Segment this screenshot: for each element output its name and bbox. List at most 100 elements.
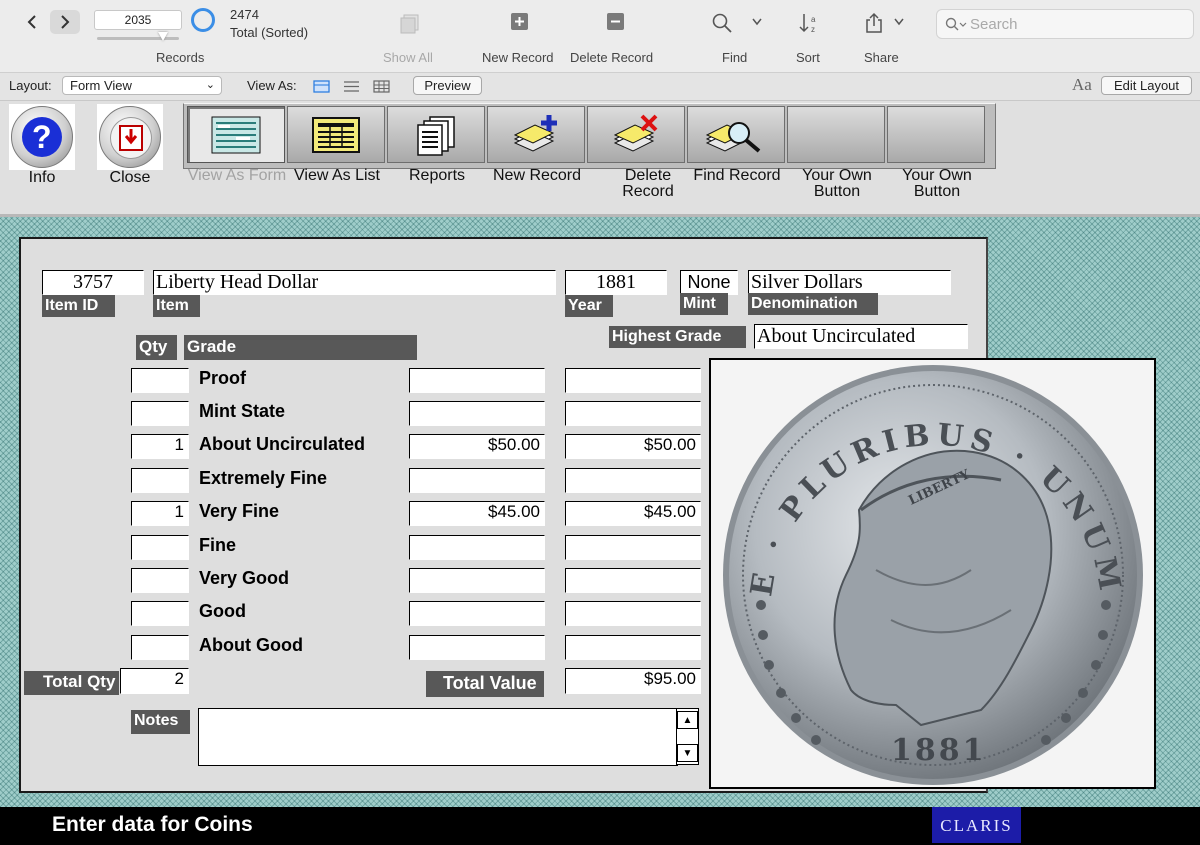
mint-field[interactable]: None [680,270,738,295]
value-very-good-field[interactable] [565,568,701,593]
custom-button-2[interactable] [887,106,985,163]
qty-very-fine-field[interactable]: 1 [131,501,189,526]
grade-fine-label: Fine [199,535,237,555]
value-about-uncirculated-field[interactable]: $50.00 [565,434,701,459]
share-label[interactable]: Share [864,50,899,65]
notes-scrollbar[interactable]: ▲ ▼ [676,708,699,765]
year-label: Year [565,295,613,317]
share-icon[interactable] [865,12,883,34]
scroll-up-arrow-icon[interactable]: ▲ [677,711,698,729]
price-proof-field[interactable] [409,368,545,393]
search-field[interactable]: Search [936,9,1194,39]
new-record-script-button[interactable] [487,106,585,163]
sort-icon[interactable]: a z [799,12,821,34]
scroll-down-arrow-icon[interactable]: ▼ [677,744,698,762]
close-label[interactable]: Close [97,169,163,187]
qty-good-field[interactable] [131,601,189,626]
year-field[interactable]: 1881 [565,270,667,295]
total-qty-field[interactable]: 2 [120,668,189,694]
preview-button[interactable]: Preview [413,76,482,95]
magnifier-icon[interactable] [711,12,733,34]
grade-very-fine-label: Very Fine [199,501,280,521]
qty-about-uncirculated-field[interactable]: 1 [131,434,189,459]
grade-very-good-label: Very Good [199,568,290,588]
add-cards-icon [513,114,557,152]
record-slider[interactable] [97,32,179,41]
custom-button-1-label[interactable]: Your Own Button [787,168,887,216]
price-mint-state-field[interactable] [409,401,545,426]
view-as-list-button[interactable] [287,106,385,163]
font-size-icon[interactable]: Aa [1072,75,1092,95]
qty-proof-field[interactable] [131,368,189,393]
price-extremely-fine-field[interactable] [409,468,545,493]
question-glyph: ? [32,120,52,154]
coin-picture-field[interactable]: E · PLURIBUS · UNUM LIBERTY 1881 [709,358,1156,789]
edit-layout-button[interactable]: Edit Layout [1101,76,1192,95]
qty-fine-field[interactable] [131,535,189,560]
slider-thumb[interactable] [158,32,168,41]
grade-extremely-fine-label: Extremely Fine [199,468,328,488]
view-as-list-icon[interactable] [343,80,360,93]
reports-button[interactable] [387,106,485,163]
price-good-field[interactable] [409,601,545,626]
price-very-fine-field[interactable]: $45.00 [409,501,545,526]
sort-label[interactable]: Sort [796,50,820,65]
view-as-table-icon[interactable] [373,80,390,93]
new-record-label[interactable]: New Record [482,50,554,65]
find-record-script-label[interactable]: Find Record [687,168,787,216]
value-fine-field[interactable] [565,535,701,560]
price-very-good-field[interactable] [409,568,545,593]
price-about-good-field[interactable] [409,635,545,660]
qty-very-good-field[interactable] [131,568,189,593]
chevron-right-icon [61,15,70,29]
layout-select[interactable]: Form View ⌄ [62,76,222,95]
close-button[interactable] [97,104,163,170]
total-qty-label: Total Qty [24,671,119,695]
qty-mint-state-field[interactable] [131,401,189,426]
value-very-fine-field[interactable]: $45.00 [565,501,701,526]
custom-button-1[interactable] [787,106,885,163]
notes-field[interactable] [198,708,678,766]
denomination-field[interactable]: Silver Dollars [748,270,951,295]
info-button[interactable]: ? [9,104,75,170]
delete-record-icon[interactable] [606,12,626,32]
show-all-icon[interactable] [399,12,421,34]
grade-good-label: Good [199,601,246,621]
value-about-good-field[interactable] [565,635,701,660]
delete-record-script-button[interactable] [587,106,685,163]
price-fine-field[interactable] [409,535,545,560]
item-id-field[interactable]: 3757 [42,270,144,295]
new-record-script-label[interactable]: New Record [487,168,587,216]
value-good-field[interactable] [565,601,701,626]
find-record-script-button[interactable] [687,106,785,163]
show-all-label[interactable]: Show All [383,50,433,65]
view-as-list-label[interactable]: View As List [287,168,387,216]
reports-icon [417,115,455,156]
custom-button-2-label[interactable]: Your Own Button [887,168,987,216]
new-record-icon[interactable] [510,12,530,32]
next-record-button[interactable] [50,10,80,34]
svg-text:a: a [811,15,816,24]
delete-record-label[interactable]: Delete Record [570,50,653,65]
close-door-icon [110,117,152,159]
info-label[interactable]: Info [9,169,75,187]
total-value-field[interactable]: $95.00 [565,668,701,694]
delete-record-script-label[interactable]: Delete Record [598,168,698,216]
reports-label[interactable]: Reports [387,168,487,216]
highest-grade-field[interactable]: About Uncirculated [754,324,968,349]
qty-about-good-field[interactable] [131,635,189,660]
current-record-field[interactable]: 2035 [94,10,182,30]
find-label[interactable]: Find [722,50,747,65]
view-as-form-button[interactable] [187,106,285,163]
item-field[interactable]: Liberty Head Dollar [153,270,556,295]
view-as-form-label[interactable]: View As Form [187,168,287,216]
value-extremely-fine-field[interactable] [565,468,701,493]
value-mint-state-field[interactable] [565,401,701,426]
find-menu-chevron-icon[interactable] [752,18,762,26]
value-proof-field[interactable] [565,368,701,393]
qty-extremely-fine-field[interactable] [131,468,189,493]
previous-record-button[interactable] [17,10,47,34]
view-as-form-icon[interactable] [313,80,330,93]
share-menu-chevron-icon[interactable] [894,18,904,26]
price-about-uncirculated-field[interactable]: $50.00 [409,434,545,459]
